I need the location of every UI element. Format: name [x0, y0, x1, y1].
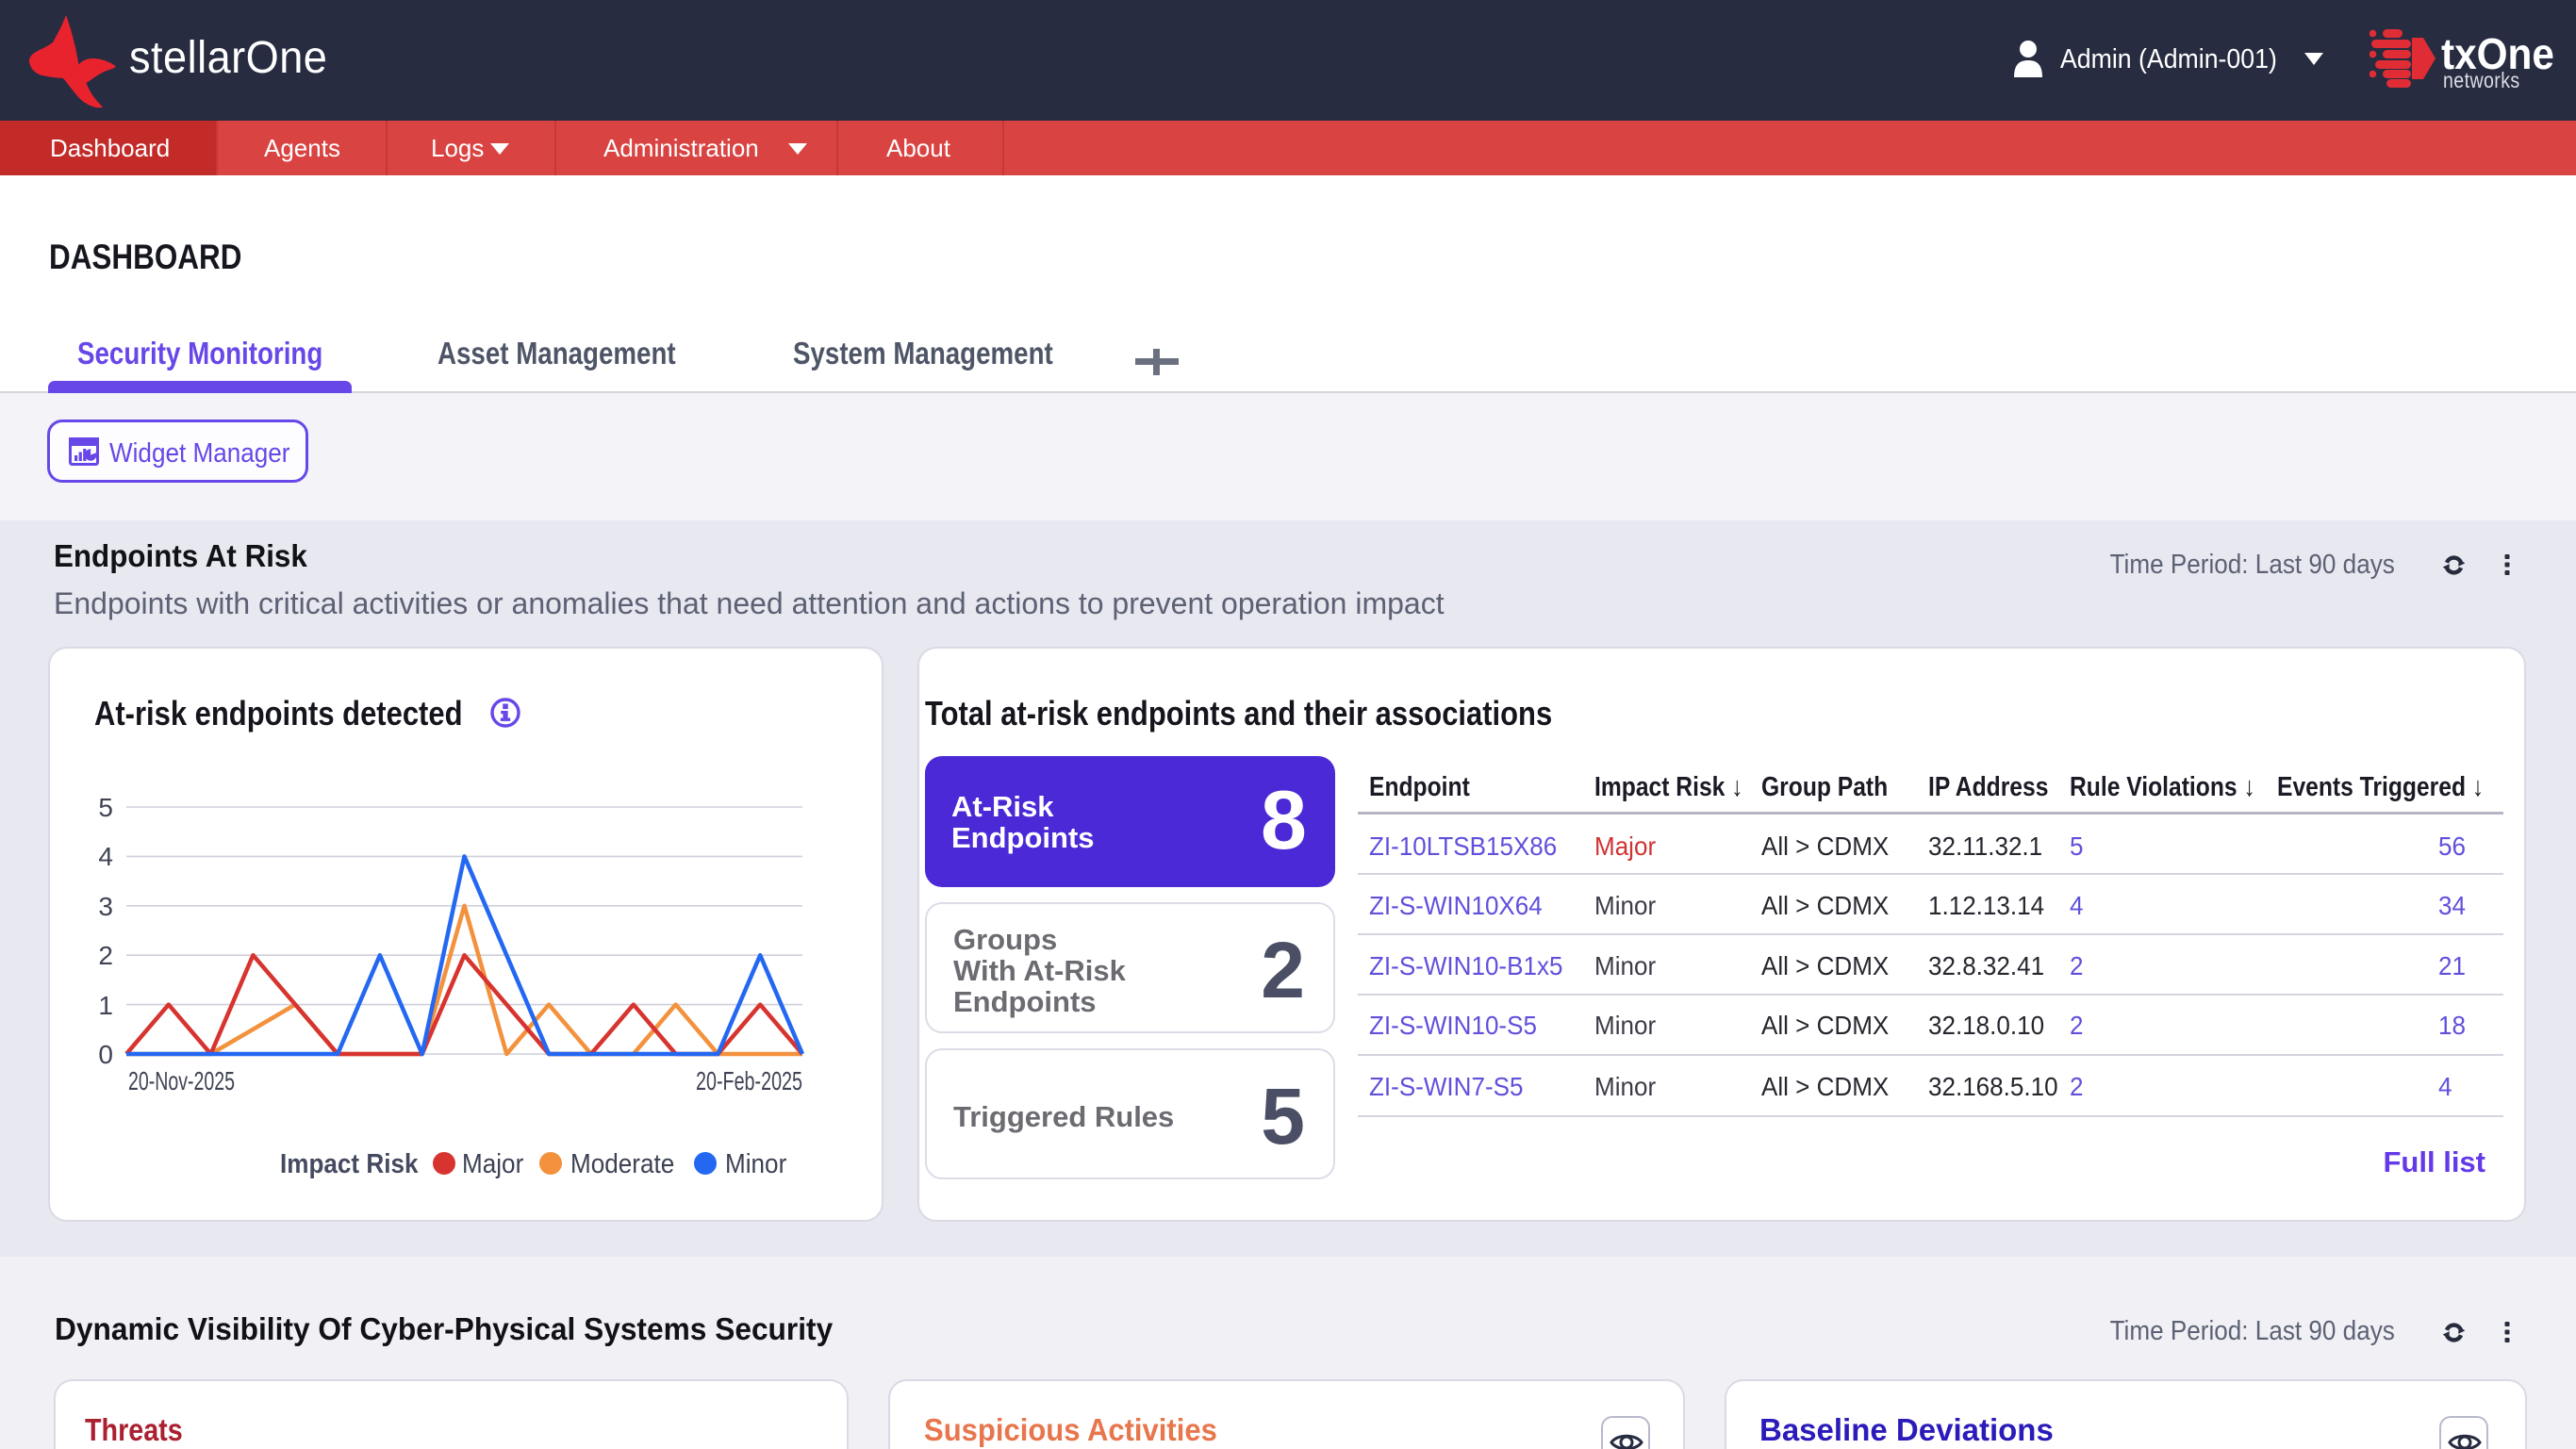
svg-text:5: 5 [98, 793, 113, 822]
svg-text:20-Feb-2025: 20-Feb-2025 [696, 1066, 802, 1095]
svg-text:3: 3 [98, 892, 113, 921]
svg-text:0: 0 [98, 1040, 113, 1069]
svg-text:2: 2 [98, 941, 113, 970]
svg-text:4: 4 [98, 842, 113, 871]
svg-text:1: 1 [98, 991, 113, 1020]
svg-text:20-Nov-2025: 20-Nov-2025 [128, 1066, 235, 1095]
